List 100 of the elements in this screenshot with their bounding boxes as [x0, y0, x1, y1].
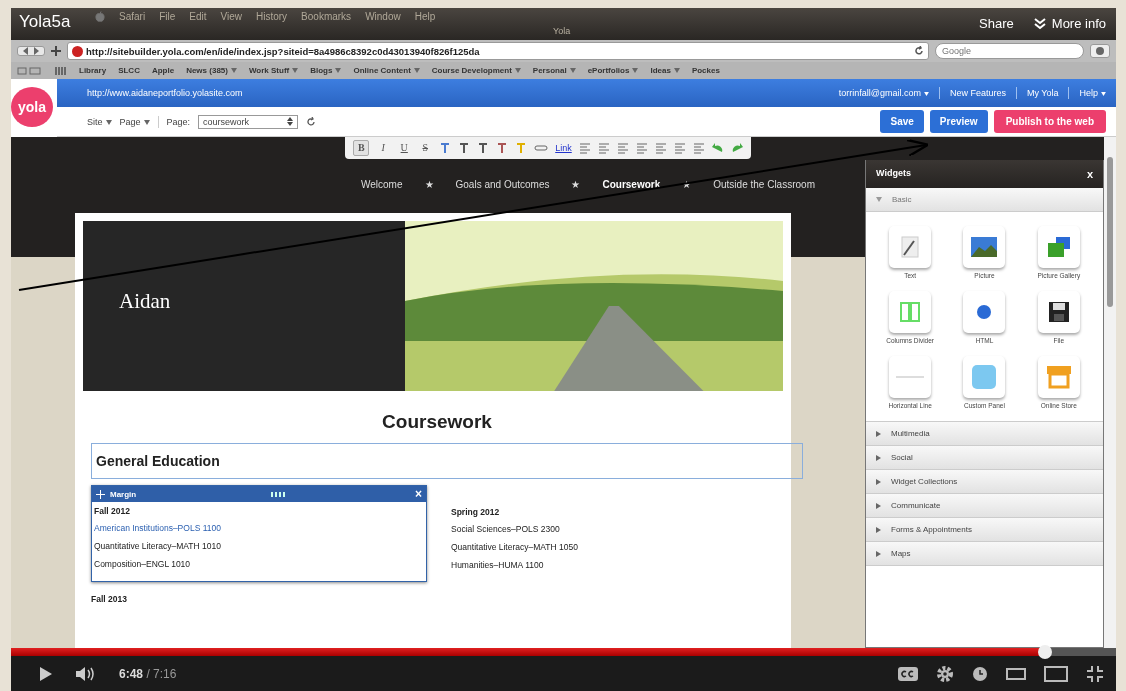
site-favicon-icon	[72, 45, 83, 57]
publish-button[interactable]: Publish to the web	[993, 110, 1106, 133]
bookmark-item[interactable]: Work Stuff	[248, 66, 299, 75]
widget-category-header[interactable]: Social	[866, 446, 1103, 470]
text-style-icon[interactable]	[458, 142, 471, 154]
format-button[interactable]: B	[353, 140, 370, 156]
format-button[interactable]: S	[418, 141, 433, 155]
duration: / 7:16	[146, 666, 177, 681]
play-icon[interactable]	[39, 665, 53, 682]
fullscreen-icon[interactable]	[1086, 664, 1104, 683]
plus-icon[interactable]	[51, 46, 61, 56]
account-link[interactable]: New Features	[949, 88, 1006, 98]
widget-tile[interactable]	[889, 356, 932, 398]
address-field[interactable]: http://sitebuilder.yola.com/en/ide/index.jsp?siteid=8a4986c8392c0d43013940f826f125da	[67, 42, 929, 60]
clock-icon[interactable]	[972, 665, 988, 682]
preview-button[interactable]: Preview	[929, 110, 988, 133]
section-title-field[interactable]: General Education	[91, 443, 803, 479]
menu-item[interactable]: View	[220, 11, 242, 22]
search-field[interactable]: Google	[935, 43, 1084, 59]
format-button[interactable]: I	[376, 141, 391, 155]
widget-tile[interactable]	[963, 356, 1006, 398]
video-title[interactable]: Yola5a	[19, 12, 71, 32]
bookmark-item[interactable]: Pockes	[691, 66, 720, 75]
widget-tile[interactable]	[889, 226, 932, 268]
account-link[interactable]: torrinfall@gmail.com	[838, 88, 929, 98]
bookmark-item[interactable]: Library	[79, 66, 107, 75]
captions-icon[interactable]	[898, 666, 918, 681]
bookmark-item[interactable]: Personal	[532, 66, 576, 75]
reload-icon[interactable]	[914, 46, 924, 56]
bookmark-item[interactable]: Course Development	[431, 66, 521, 75]
menu-dropdown[interactable]: Page	[119, 116, 150, 127]
widget-category-header[interactable]: Maps	[866, 542, 1103, 566]
yola-logo[interactable]: yola	[11, 87, 53, 127]
nav-link[interactable]: Welcome	[361, 179, 403, 190]
close-button[interactable]: x	[1086, 168, 1093, 180]
widget-tile[interactable]	[963, 291, 1006, 333]
storefront-icon	[1045, 365, 1072, 389]
move-icon[interactable]	[96, 489, 105, 499]
menu-item[interactable]: Bookmarks	[301, 11, 352, 22]
progress-handle[interactable]	[1038, 645, 1053, 659]
widget-category-header[interactable]: Multimedia	[866, 422, 1103, 446]
nav-link[interactable]: Outside the Classroom	[713, 179, 815, 190]
chain-link-icon[interactable]	[534, 144, 549, 152]
course-item: American Institutions–POLS 1100	[94, 523, 222, 533]
site-url[interactable]: http://www.aidaneportfolio.yolasite.com	[87, 88, 839, 98]
widget-tile[interactable]	[889, 291, 932, 333]
bookmark-item[interactable]: Online Content	[353, 66, 420, 75]
save-button[interactable]: Save	[880, 110, 924, 133]
course-item: Composition–ENGL 1010	[94, 559, 192, 569]
menu-dropdown[interactable]: Site	[87, 116, 112, 127]
site-name[interactable]: Aidan	[119, 288, 171, 314]
widget-category-header[interactable]: Forms & Appointments	[866, 518, 1103, 542]
top-sites-icon[interactable]	[55, 65, 67, 76]
menu-item[interactable]: Safari	[119, 11, 146, 22]
menu-item[interactable]: Window	[365, 11, 401, 22]
undo-icon[interactable]	[711, 142, 724, 154]
format-button[interactable]: U	[397, 141, 412, 155]
account-link[interactable]: Help	[1079, 88, 1106, 98]
widget-tile[interactable]	[1037, 356, 1080, 398]
widget-category-header[interactable]: Widget Collections	[866, 470, 1103, 494]
course-item: Quantitative Literacy–MATH 1010	[94, 541, 222, 551]
insert-link-button[interactable]: Link	[555, 143, 572, 153]
volume-icon[interactable]	[75, 665, 97, 682]
refresh-icon[interactable]	[306, 116, 317, 127]
widget-tile[interactable]	[1037, 291, 1080, 333]
scrollbar-thumb[interactable]	[1107, 157, 1113, 307]
panel-title: Widgets	[876, 168, 911, 180]
text-style-icon[interactable]	[477, 142, 490, 154]
caret-icon	[143, 119, 150, 125]
menu-item[interactable]: History	[256, 11, 288, 22]
bookmark-item[interactable]: Apple	[151, 66, 175, 75]
more-info-button[interactable]: More info	[1033, 16, 1106, 31]
apple-logo-icon[interactable]	[95, 11, 105, 23]
bookmark-item[interactable]: Ideas	[650, 66, 680, 75]
text-style-icon[interactable]	[439, 142, 452, 154]
menu-item[interactable]: File	[159, 11, 176, 22]
bookmark-item[interactable]: Blogs	[310, 66, 342, 75]
drag-handle-icon[interactable]	[271, 491, 286, 497]
share-button[interactable]: Share	[979, 16, 1014, 31]
menu-item[interactable]: Help	[414, 11, 436, 22]
small-player-icon[interactable]	[1006, 667, 1026, 680]
large-player-icon[interactable]	[1044, 665, 1068, 682]
bookmark-item[interactable]: ePortfolios	[587, 66, 639, 75]
widget-tile[interactable]	[963, 226, 1006, 268]
close-button[interactable]: ×	[415, 487, 422, 501]
page-select[interactable]: coursework	[198, 114, 299, 129]
settings-button[interactable]	[1090, 44, 1110, 58]
account-link[interactable]: My Yola	[1026, 88, 1059, 98]
nav-link[interactable]: Goals and Outcomes	[455, 179, 550, 190]
widget-category-header[interactable]: Basic	[866, 188, 1103, 212]
widget-category-header[interactable]: Communicate	[866, 494, 1103, 518]
nav-link[interactable]: Coursework	[602, 179, 661, 190]
settings-icon[interactable]	[936, 664, 954, 683]
bookmark-item[interactable]: SLCC	[118, 66, 140, 75]
redo-icon[interactable]	[730, 142, 743, 154]
widget-tile[interactable]	[1037, 226, 1080, 268]
text-style-icon[interactable]	[496, 142, 509, 154]
bookmark-item[interactable]: News (385)	[186, 66, 237, 75]
back-forward-buttons[interactable]	[17, 46, 45, 56]
menu-item[interactable]: Edit	[189, 11, 207, 22]
